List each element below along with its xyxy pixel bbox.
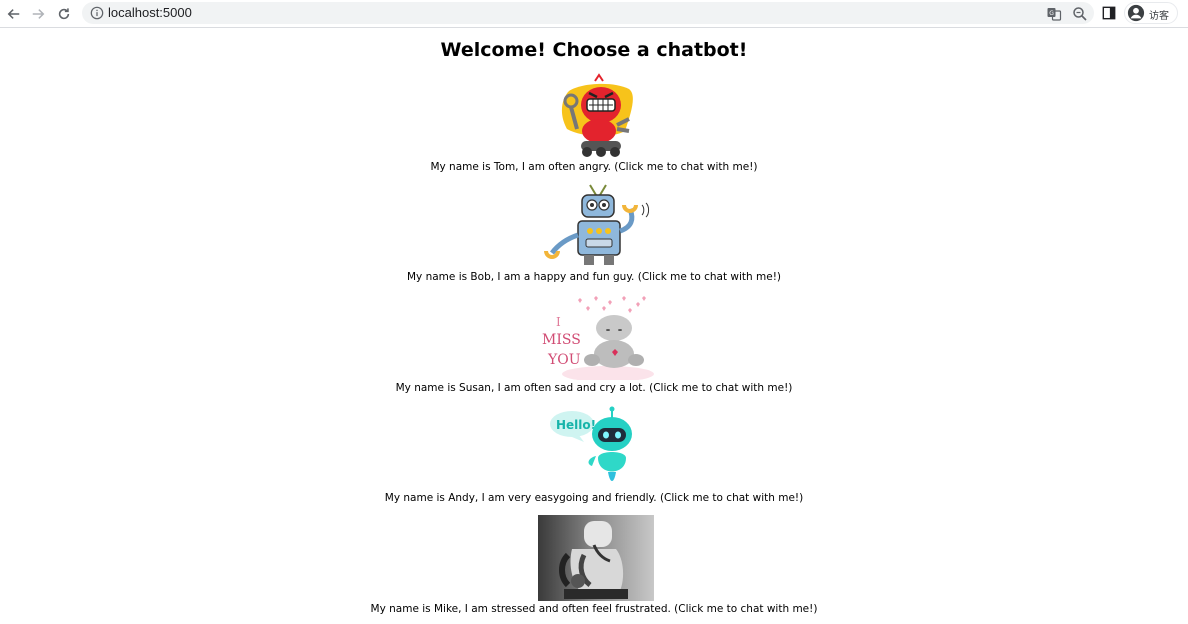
profile-button[interactable]: 访客: [1124, 2, 1178, 24]
image-text-miss: MISS: [542, 332, 581, 348]
image-text-i: I: [556, 315, 561, 329]
site-info-icon[interactable]: [90, 6, 104, 20]
image-text-you: YOU: [547, 352, 581, 368]
address-bar[interactable]: localhost:5000 G: [82, 2, 1094, 24]
translate-icon[interactable]: G: [1046, 6, 1062, 22]
browser-toolbar: localhost:5000 G 访客: [0, 0, 1188, 28]
page-title: Welcome! Choose a chatbot!: [440, 39, 748, 61]
back-button[interactable]: [3, 3, 25, 25]
reload-button[interactable]: [53, 3, 75, 25]
page-content: Welcome! Choose a chatbot! My name is To…: [0, 29, 1188, 624]
svg-text:G: G: [1049, 10, 1054, 17]
profile-label: 访客: [1149, 11, 1169, 22]
reload-icon: [58, 8, 70, 20]
tom-robot-image[interactable]: [538, 73, 654, 159]
susan-caption[interactable]: My name is Susan, I am often sad and cry…: [0, 382, 1188, 394]
side-panel-icon[interactable]: [1102, 6, 1116, 20]
arrow-right-icon: [32, 9, 45, 19]
arrow-left-icon: [7, 9, 20, 19]
zoom-icon[interactable]: [1072, 6, 1088, 22]
avatar-icon: [1127, 4, 1145, 22]
image-text-hello: Hello!: [556, 418, 596, 432]
andy-caption[interactable]: My name is Andy, I am very easygoing and…: [0, 492, 1188, 504]
bob-robot-image[interactable]: [538, 183, 654, 269]
tom-caption[interactable]: My name is Tom, I am often angry. (Click…: [0, 161, 1188, 173]
susan-robot-image[interactable]: I MISS YOU: [538, 294, 654, 380]
url-text[interactable]: localhost:5000: [108, 5, 192, 20]
bob-caption[interactable]: My name is Bob, I am a happy and fun guy…: [0, 271, 1188, 283]
mike-caption[interactable]: My name is Mike, I am stressed and often…: [0, 603, 1188, 615]
mike-robot-image[interactable]: [538, 515, 654, 601]
forward-button[interactable]: [27, 3, 49, 25]
andy-robot-image[interactable]: Hello!: [538, 404, 654, 490]
